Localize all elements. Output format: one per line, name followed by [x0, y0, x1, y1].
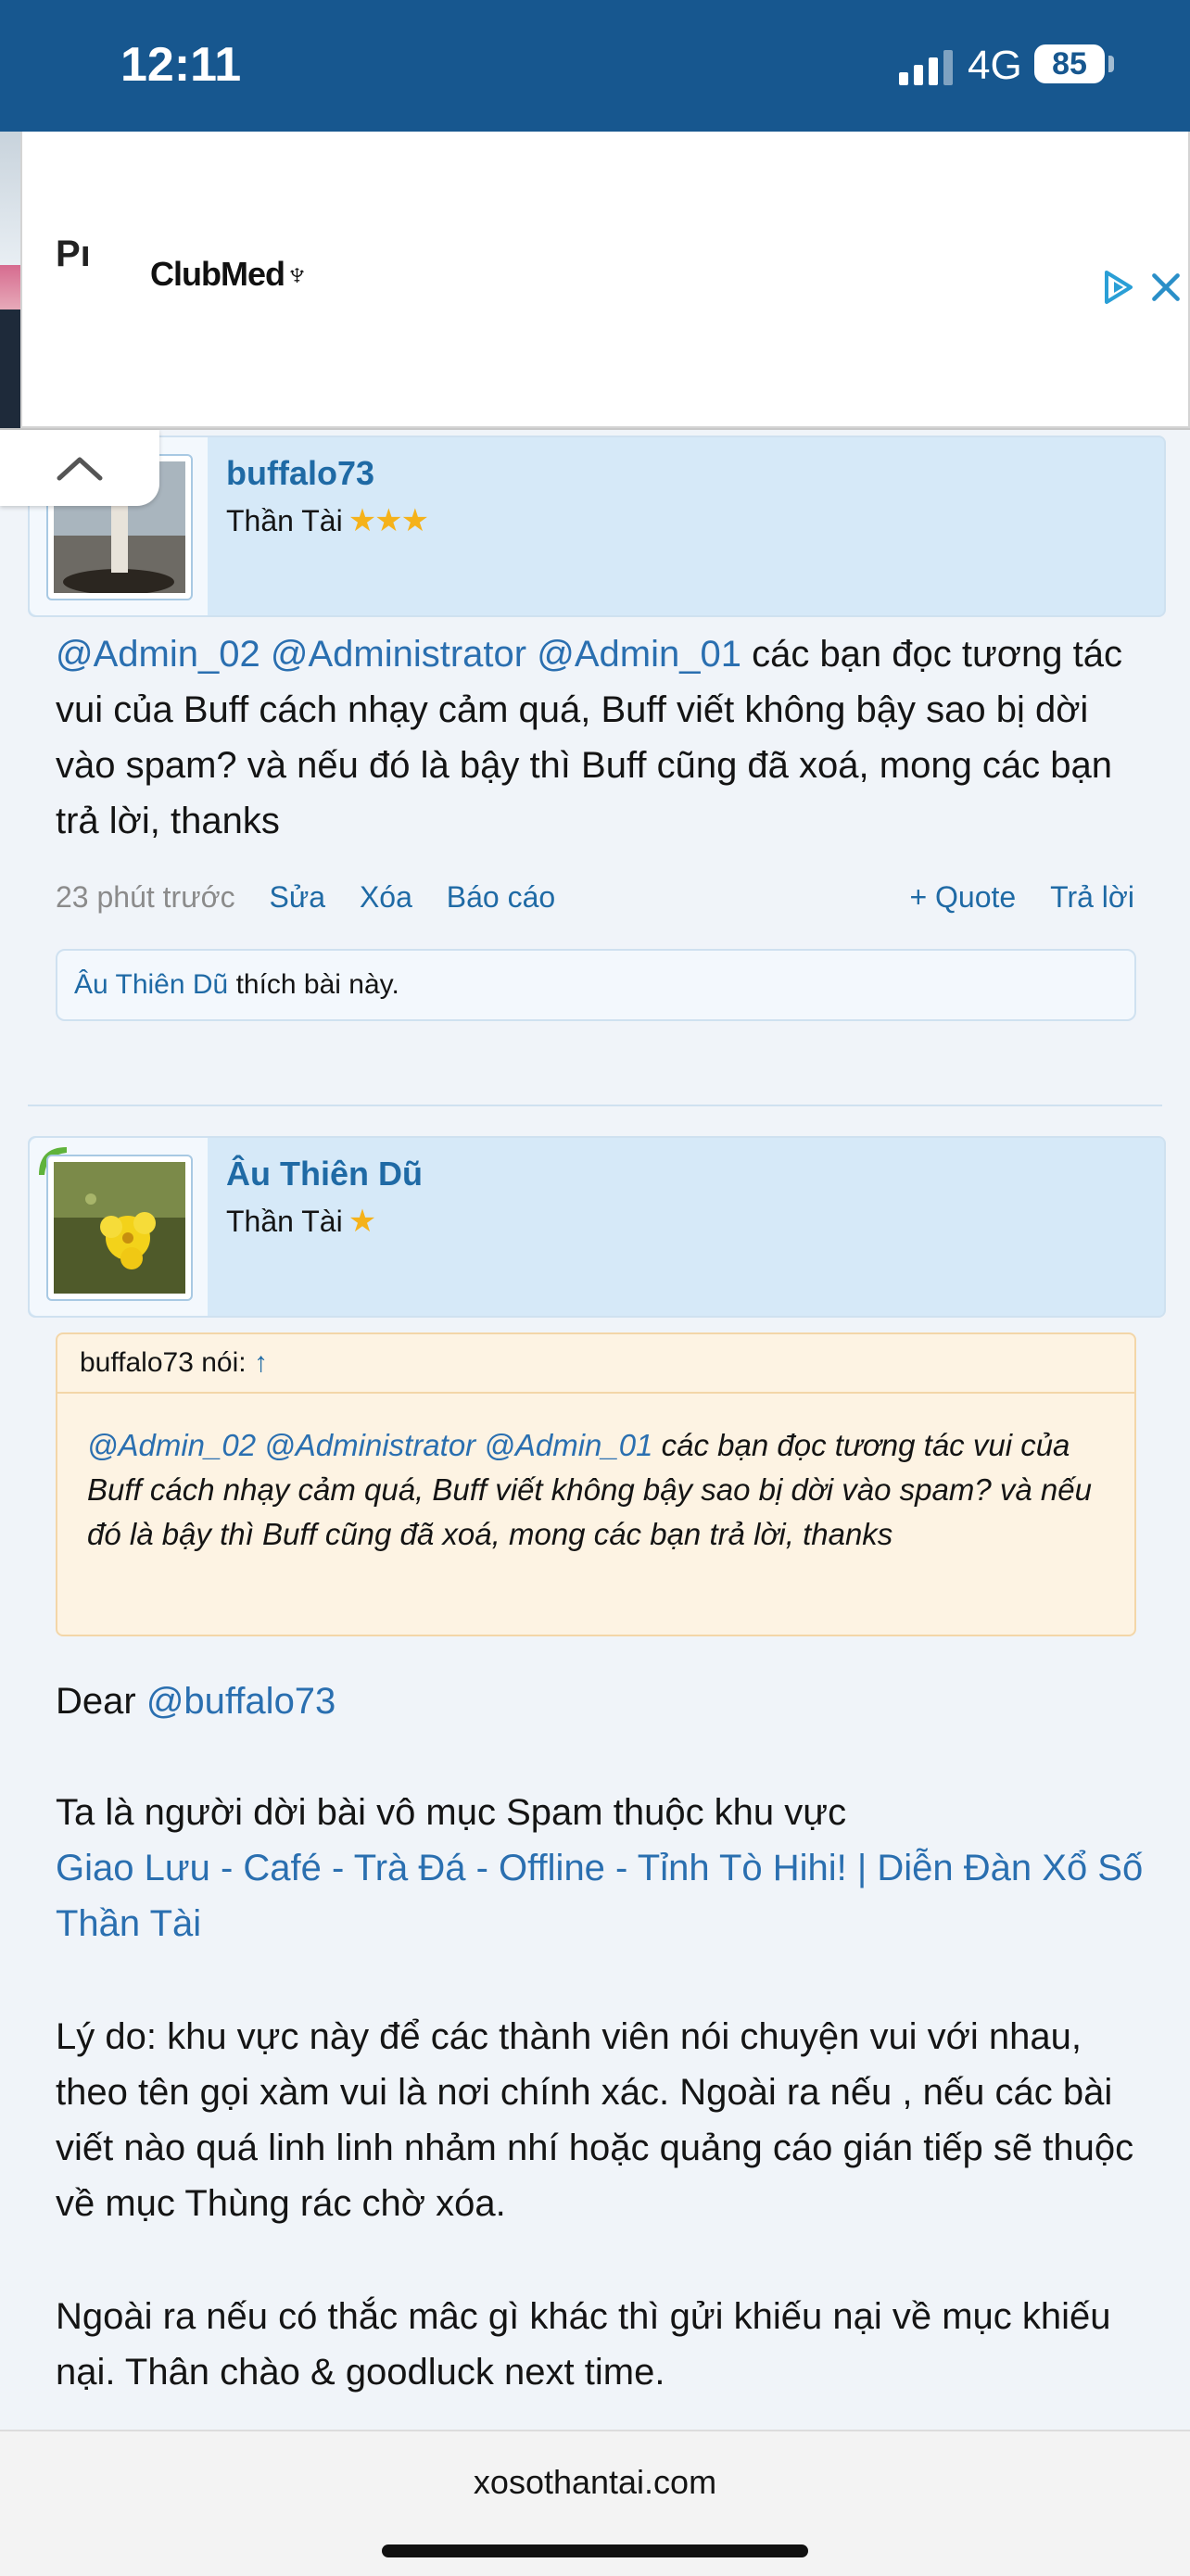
home-indicator[interactable]	[382, 2544, 808, 2557]
collapse-ad-button[interactable]	[0, 430, 159, 506]
battery-cap	[1108, 56, 1114, 72]
post-paragraph: Ta là người dời bài vô mục Spam thuộc kh…	[56, 1785, 1158, 1951]
post-time[interactable]: 23 phút trước	[56, 880, 235, 914]
quote-header: buffalo73 nói: ↑	[57, 1334, 1134, 1394]
post-divider	[28, 1105, 1162, 1106]
post-meta: 23 phút trước Sửa Xóa Báo cáo + Quote Tr…	[56, 880, 1134, 917]
battery-icon: 85	[1034, 44, 1105, 83]
username[interactable]: Âu Thiên Dũ	[226, 1155, 423, 1193]
user-rank: Thần Tài ★★★	[226, 503, 429, 538]
edit-link[interactable]: Sửa	[270, 880, 326, 914]
quote-block: buffalo73 nói: ↑ @Admin_02 @Administrato…	[56, 1332, 1136, 1636]
mention-link[interactable]: @Admin_02	[87, 1428, 256, 1462]
avatar[interactable]	[46, 1155, 193, 1301]
post-message: @Admin_02 @Administrator @Admin_01 các b…	[56, 626, 1149, 849]
mention-link[interactable]: @Administrator	[264, 1428, 475, 1462]
quote-link[interactable]: + Quote	[909, 880, 1016, 914]
quote-text: @Admin_02 @Administrator @Admin_01 các b…	[87, 1428, 1092, 1551]
browser-address-bar[interactable]: xosothantai.com	[0, 2430, 1190, 2576]
network-type: 4G	[968, 43, 1022, 88]
mention-link[interactable]: @buffalo73	[146, 1681, 335, 1722]
likes-summary: Âu Thiên Dũ thích bài này.	[56, 949, 1136, 1021]
clock: 12:11	[120, 38, 242, 92]
ad-banner[interactable]: Pı ClubMed♆	[0, 132, 1190, 430]
post-user-header: Âu Thiên Dũ Thần Tài ★	[28, 1136, 1166, 1318]
delete-link[interactable]: Xóa	[360, 880, 412, 914]
mention-link[interactable]: @Admin_02	[56, 634, 260, 675]
rank-stars-icon: ★	[348, 1204, 377, 1239]
reply-link[interactable]: Trả lời	[1050, 880, 1134, 914]
liker-link[interactable]: Âu Thiên Dũ	[74, 969, 228, 1000]
ad-image-strip	[0, 132, 20, 428]
mention-link[interactable]: @Administrator	[271, 634, 526, 675]
chevron-up-icon	[57, 457, 103, 481]
adchoices-icon[interactable]	[1099, 269, 1136, 306]
user-rank: Thần Tài ★	[226, 1204, 377, 1239]
jump-to-quoted-post-icon[interactable]: ↑	[254, 1347, 268, 1378]
cellular-signal-icon	[899, 50, 953, 85]
domain-label[interactable]: xosothantai.com	[0, 2463, 1190, 2502]
avatar-image	[54, 1162, 185, 1294]
report-link[interactable]: Báo cáo	[447, 880, 555, 914]
mention-link[interactable]: @Admin_01	[537, 634, 741, 675]
post-paragraph: Lý do: khu vực này để các thành viên nói…	[56, 2016, 1134, 2224]
ad-close-icon[interactable]	[1149, 271, 1183, 304]
post-greeting: Dear @buffalo73	[56, 1681, 336, 1722]
ad-partial-text: Pı	[56, 234, 91, 274]
post-paragraph: Ngoài ra nếu có thắc mâc gì khác thì gửi…	[56, 2296, 1111, 2393]
ad-brand-logo: ClubMed♆	[150, 255, 310, 293]
post-user-header: buffalo73 Thần Tài ★★★	[28, 436, 1166, 617]
mention-link[interactable]: @Admin_01	[484, 1428, 652, 1462]
forum-section-link[interactable]: Giao Lưu - Café - Trà Đá - Offline - Tỉn…	[56, 1840, 1158, 1951]
quote-author: buffalo73 nói:	[80, 1347, 247, 1378]
rank-stars-icon: ★★★	[348, 503, 429, 538]
likes-text: thích bài này.	[235, 969, 399, 1000]
username[interactable]: buffalo73	[226, 454, 374, 493]
status-bar: 12:11 4G 85	[0, 0, 1190, 132]
